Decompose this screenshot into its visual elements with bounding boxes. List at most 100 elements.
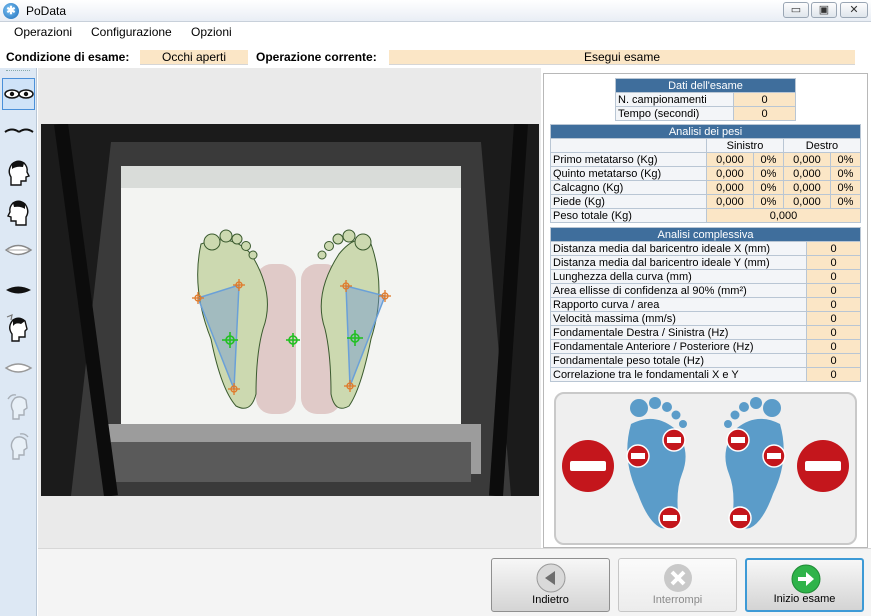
exam-row-value: 0 xyxy=(733,92,796,107)
weight-left-kg: 0,000 xyxy=(706,194,754,209)
maximize-button[interactable]: ▣ xyxy=(811,2,837,18)
cancel-x-icon xyxy=(664,564,692,592)
title-bar: ✱ PoData ▭ ▣ ✕ xyxy=(0,0,871,22)
menu-configurazione[interactable]: Configurazione xyxy=(91,25,172,39)
total-weight-label: Peso totale (Kg) xyxy=(550,208,707,223)
weight-left-pct: 0% xyxy=(752,152,784,167)
toolbar-grip[interactable] xyxy=(6,70,30,73)
head-right-icon[interactable] xyxy=(2,156,35,188)
col-sinistro: Sinistro xyxy=(706,138,784,153)
weights-title: Analisi dei pesi xyxy=(550,124,861,139)
col-destro: Destro xyxy=(782,138,862,153)
analysis-row-label: Lunghezza della curva (mm) xyxy=(550,269,807,284)
weight-right-kg: 0,000 xyxy=(782,152,831,167)
camera-view xyxy=(41,124,539,496)
condition-label: Condizione di esame: xyxy=(6,50,130,64)
weight-row-label: Primo metatarso (Kg) xyxy=(550,152,707,167)
mouth-outline-icon[interactable] xyxy=(2,352,35,384)
back-button[interactable]: Indietro xyxy=(491,558,610,612)
right-heel-stop-icon xyxy=(728,506,752,530)
analysis-row-label: Distanza media dal baricentro ideale X (… xyxy=(550,241,807,256)
status-row: Condizione di esame: Occhi aperti Operaz… xyxy=(0,44,871,68)
analysis-row-label: Velocità massima (mm/s) xyxy=(550,311,807,326)
head-left-icon[interactable] xyxy=(2,196,35,228)
weights-table: Analisi dei pesi Sinistro Destro Primo m… xyxy=(550,124,862,223)
analysis-row-value: 0 xyxy=(806,255,861,270)
exam-data-table: Dati dell'esame N. campionamenti 0 Tempo … xyxy=(615,78,796,121)
analysis-row-value: 0 xyxy=(806,269,861,284)
analysis-row-label: Correlazione tra le fondamentali X e Y xyxy=(550,367,807,382)
left-toolbar xyxy=(0,68,37,616)
weight-right-pct: 0% xyxy=(829,194,862,209)
mouth-closed-icon[interactable] xyxy=(2,274,35,306)
app-logo-icon: ✱ xyxy=(3,3,19,19)
exam-row-label: Tempo (secondi) xyxy=(615,106,734,121)
head-back-icon[interactable] xyxy=(2,390,35,422)
weight-left-pct: 0% xyxy=(752,180,784,195)
weight-right-pct: 0% xyxy=(829,166,862,181)
weight-left-kg: 0,000 xyxy=(706,152,754,167)
weight-left-kg: 0,000 xyxy=(706,180,754,195)
analysis-row-label: Fondamentale peso totale (Hz) xyxy=(550,353,807,368)
start-exam-button[interactable]: Inizio esame xyxy=(745,558,864,612)
analysis-title: Analisi complessiva xyxy=(550,227,861,242)
condition-value: Occhi aperti xyxy=(140,50,248,65)
eyes-closed-icon[interactable] xyxy=(2,116,35,148)
analysis-row-value: 0 xyxy=(806,297,861,312)
mouth-open-icon[interactable] xyxy=(2,234,35,266)
weight-left-pct: 0% xyxy=(752,166,784,181)
exam-row-label: N. campionamenti xyxy=(615,92,734,107)
weight-left-kg: 0,000 xyxy=(706,166,754,181)
analysis-table: Analisi complessiva Distanza media dal b… xyxy=(550,227,861,382)
weight-row-label: Quinto metatarso (Kg) xyxy=(550,166,707,181)
back-label: Indietro xyxy=(532,594,569,606)
go-arrow-icon xyxy=(791,564,821,594)
left-first-metatarsal-stop-icon xyxy=(662,428,686,452)
weight-left-pct: 0% xyxy=(752,194,784,209)
stop-button[interactable]: Interrompi xyxy=(618,558,737,612)
analysis-row-value: 0 xyxy=(806,353,861,368)
minimize-button[interactable]: ▭ xyxy=(783,2,809,18)
analysis-row-value: 0 xyxy=(806,367,861,382)
head-tilt-icon[interactable] xyxy=(2,312,35,344)
weight-right-pct: 0% xyxy=(829,180,862,195)
menu-opzioni[interactable]: Opzioni xyxy=(191,25,232,39)
close-button[interactable]: ✕ xyxy=(840,2,868,18)
eyes-open-icon[interactable] xyxy=(2,78,35,110)
analysis-row-label: Fondamentale Anteriore / Posteriore (Hz) xyxy=(550,339,807,354)
left-fifth-metatarsal-stop-icon xyxy=(626,444,650,468)
analysis-row-label: Distanza media dal baricentro ideale Y (… xyxy=(550,255,807,270)
analysis-row-label: Area ellisse di confidenza al 90% (mm²) xyxy=(550,283,807,298)
left-heel-stop-icon xyxy=(658,506,682,530)
analysis-row-value: 0 xyxy=(806,339,861,354)
analysis-row-value: 0 xyxy=(806,311,861,326)
operation-label: Operazione corrente: xyxy=(256,50,377,64)
analysis-row-label: Rapporto curva / area xyxy=(550,297,807,312)
weight-right-kg: 0,000 xyxy=(782,194,831,209)
analysis-row-label: Fondamentale Destra / Sinistra (Hz) xyxy=(550,325,807,340)
right-first-metatarsal-stop-icon xyxy=(726,428,750,452)
left-stop-icon xyxy=(562,440,614,492)
right-stop-icon xyxy=(797,440,849,492)
back-arrow-icon xyxy=(536,563,566,593)
weight-right-pct: 0% xyxy=(829,152,862,167)
exam-row-value: 0 xyxy=(733,106,796,121)
weights-corner xyxy=(550,138,707,153)
weight-row-label: Calcagno (Kg) xyxy=(550,180,707,195)
weight-right-kg: 0,000 xyxy=(782,166,831,181)
weight-row-label: Piede (Kg) xyxy=(550,194,707,209)
right-fifth-metatarsal-stop-icon xyxy=(762,444,786,468)
stop-label: Interrompi xyxy=(652,594,703,606)
operation-value: Esegui esame xyxy=(389,50,855,65)
foot-load-indicator xyxy=(554,392,857,545)
head-forward-icon[interactable] xyxy=(2,430,35,462)
menu-operazioni[interactable]: Operazioni xyxy=(14,25,72,39)
start-exam-label: Inizio esame xyxy=(773,593,836,605)
analysis-row-value: 0 xyxy=(806,283,861,298)
menu-bar: Operazioni Configurazione Opzioni xyxy=(0,22,871,42)
analysis-row-value: 0 xyxy=(806,241,861,256)
total-weight-value: 0,000 xyxy=(706,208,861,223)
analysis-row-value: 0 xyxy=(806,325,861,340)
exam-data-title: Dati dell'esame xyxy=(615,78,796,93)
window-title: PoData xyxy=(26,4,67,18)
